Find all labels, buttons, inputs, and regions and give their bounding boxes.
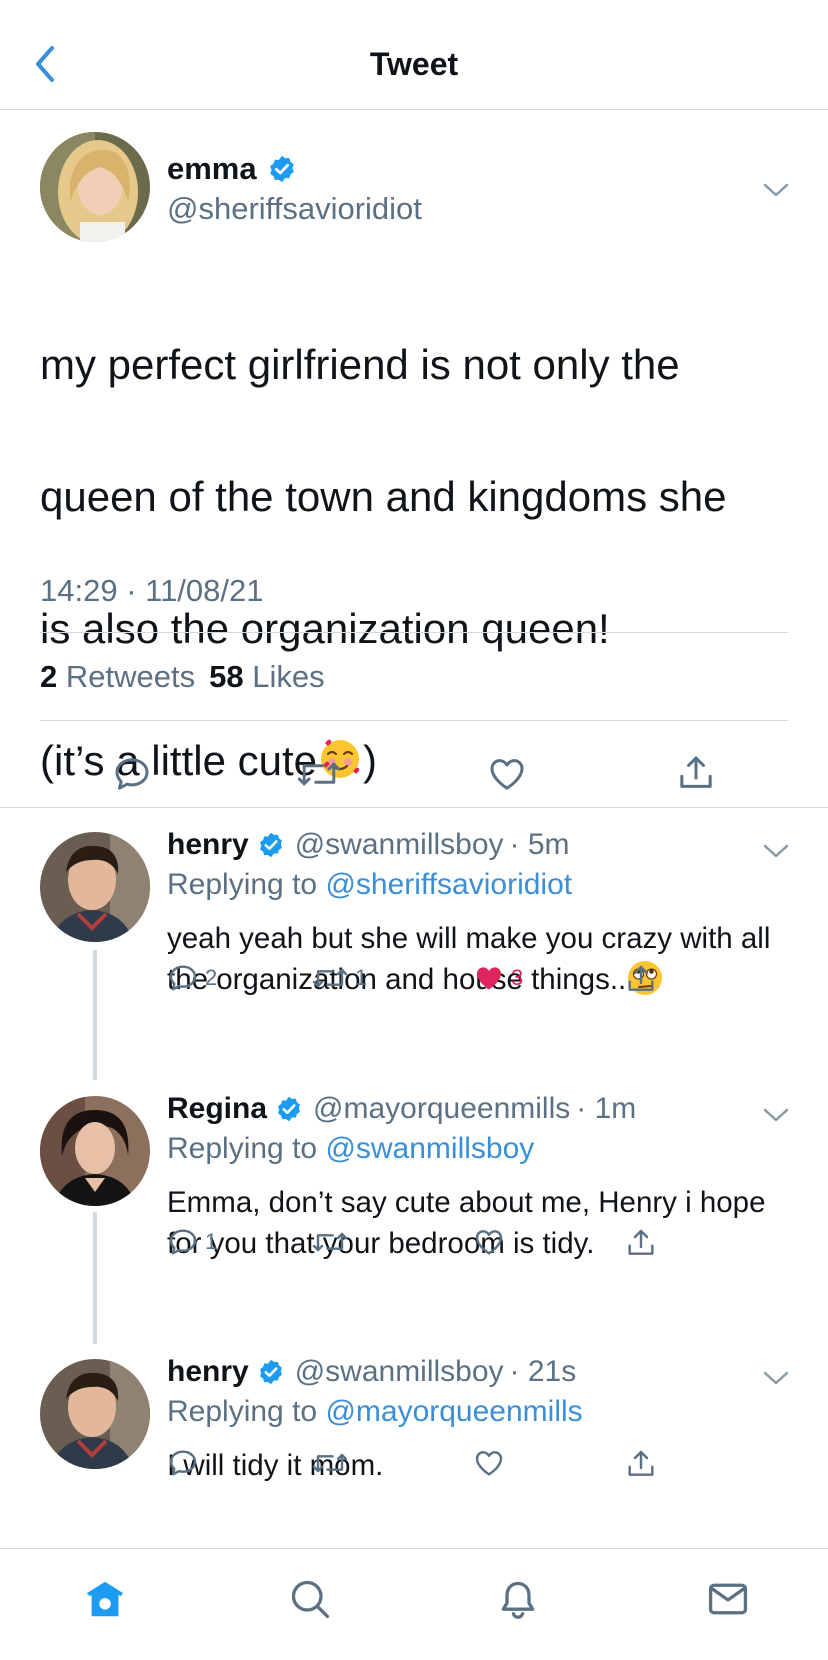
author-name[interactable]: henry <box>167 828 249 862</box>
author-handle[interactable]: @swanmillsboy <box>295 828 504 862</box>
tweet-stats: 2 Retweets 58 Likes <box>40 659 325 695</box>
divider <box>40 720 788 721</box>
reply-tweet[interactable]: Regina @mayorqueenmills · 1m Replying to… <box>0 1072 828 1344</box>
heart-icon <box>475 1451 503 1476</box>
verified-badge-icon <box>269 155 294 183</box>
reply-tweet[interactable]: henry @swanmillsboy · 21s Replying to @m… <box>0 1335 828 1547</box>
like-button[interactable]: 3 <box>473 962 523 994</box>
reply-tweet[interactable]: henry @swanmillsboy · 5m Replying to @sh… <box>0 808 828 1080</box>
tweet-timestamp: 14:29 · 11/08/21 <box>40 573 264 608</box>
avatar[interactable] <box>40 132 150 242</box>
retweet-icon[interactable] <box>296 754 342 794</box>
mention-link[interactable]: @swanmillsboy <box>325 1132 534 1165</box>
author-name[interactable]: henry <box>167 1355 249 1389</box>
author-handle[interactable]: @mayorqueenmills <box>313 1092 570 1126</box>
tweet-actions <box>0 743 828 803</box>
avatar[interactable] <box>40 1359 150 1469</box>
retweet-button[interactable] <box>311 1447 349 1479</box>
retweet-icon <box>312 1232 348 1252</box>
share-button[interactable] <box>625 962 657 996</box>
reply-time: · 1m <box>576 1092 637 1125</box>
share-icon[interactable] <box>676 752 716 794</box>
mention-link[interactable]: @mayorqueenmills <box>325 1395 582 1428</box>
reply-icon[interactable] <box>112 754 152 794</box>
heart-icon <box>475 1230 503 1255</box>
thread-line <box>93 1212 97 1344</box>
bottom-tab-bar <box>0 1548 828 1660</box>
chevron-down-icon[interactable] <box>762 1106 790 1124</box>
reply-header: henry @swanmillsboy · 21s <box>167 1355 576 1389</box>
replying-to: Replying to @swanmillsboy <box>167 1132 535 1165</box>
chevron-down-icon[interactable] <box>762 842 790 860</box>
share-button[interactable] <box>625 1447 657 1481</box>
author-name[interactable]: Regina <box>167 1092 267 1126</box>
chevron-down-icon[interactable] <box>762 1369 790 1387</box>
share-icon <box>628 1450 654 1476</box>
reply-actions <box>167 1447 667 1487</box>
reply-icon <box>169 1229 197 1255</box>
heart-filled-icon <box>477 967 501 990</box>
reply-actions: 2 1 3 <box>167 962 667 1002</box>
share-button[interactable] <box>625 1226 657 1260</box>
reply-button[interactable]: 1 <box>167 1226 217 1258</box>
chevron-down-icon[interactable] <box>762 181 790 199</box>
share-icon <box>628 965 654 991</box>
mention-link[interactable]: @sheriffsavioridiot <box>325 868 572 901</box>
home-icon[interactable] <box>82 1577 128 1623</box>
retweet-icon <box>312 1453 348 1473</box>
divider <box>40 632 788 633</box>
retweet-icon <box>312 968 348 988</box>
like-button[interactable] <box>473 1447 505 1479</box>
verified-badge-icon <box>259 832 282 858</box>
author-handle[interactable]: @swanmillsboy <box>295 1355 504 1389</box>
reply-time: · 21s <box>509 1355 577 1388</box>
author-handle[interactable]: @sheriffsavioridiot <box>167 191 422 227</box>
top-bar: Tweet <box>0 0 828 110</box>
share-icon <box>628 1229 654 1255</box>
heart-icon[interactable] <box>487 754 527 794</box>
replying-to: Replying to @sheriffsavioridiot <box>167 868 573 901</box>
mail-icon[interactable] <box>706 1577 750 1621</box>
avatar[interactable] <box>40 1096 150 1206</box>
search-icon[interactable] <box>288 1577 332 1621</box>
reply-time: · 5m <box>509 828 570 861</box>
author-name[interactable]: emma <box>167 151 297 187</box>
reply-button[interactable]: 2 <box>167 962 217 994</box>
like-button[interactable] <box>473 1226 505 1258</box>
verified-badge-icon <box>259 1359 282 1385</box>
reply-icon <box>169 965 197 991</box>
likes-stat[interactable]: 58 Likes <box>209 659 324 695</box>
reply-header: Regina @mayorqueenmills · 1m <box>167 1092 636 1126</box>
replying-to: Replying to @mayorqueenmills <box>167 1395 583 1428</box>
avatar[interactable] <box>40 832 150 942</box>
retweet-button[interactable]: 1 <box>311 962 367 994</box>
bell-icon[interactable] <box>496 1577 540 1623</box>
reply-icon <box>169 1450 197 1476</box>
page-title: Tweet <box>369 46 459 82</box>
verified-badge-icon <box>278 1096 300 1122</box>
retweet-button[interactable] <box>311 1226 349 1258</box>
reply-header: henry @swanmillsboy · 5m <box>167 828 570 862</box>
reply-button[interactable] <box>167 1447 199 1479</box>
thread-line <box>93 950 97 1080</box>
reply-actions: 1 <box>167 1226 667 1266</box>
retweets-stat[interactable]: 2 Retweets <box>40 659 195 695</box>
